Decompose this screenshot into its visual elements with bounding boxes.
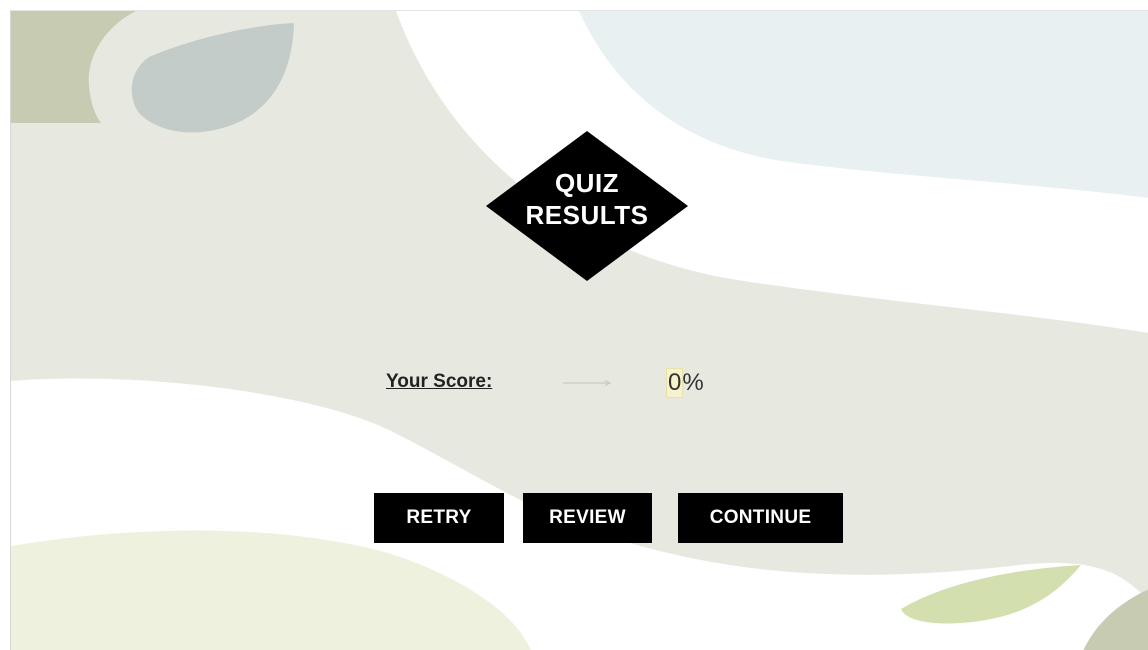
score-unit: % [682, 369, 704, 396]
quiz-results-slide: QUIZ RESULTS Your Score: 0 % RETRY REVIE… [10, 10, 1148, 650]
retry-button[interactable]: RETRY [374, 493, 504, 543]
decorative-background [11, 11, 1148, 650]
badge-title-line-2: RESULTS [525, 200, 649, 230]
continue-button-label: CONTINUE [709, 507, 812, 528]
retry-button-label: RETRY [406, 507, 472, 528]
continue-button[interactable]: CONTINUE [678, 493, 843, 543]
review-button-label: REVIEW [549, 507, 626, 528]
quiz-results-badge: QUIZ RESULTS [486, 131, 688, 281]
badge-title-line-1: QUIZ [554, 168, 620, 198]
score-number: 0 [665, 368, 684, 398]
badge-title: QUIZ RESULTS [486, 167, 688, 231]
review-button[interactable]: REVIEW [523, 493, 652, 543]
score-value: 0 % [665, 368, 704, 398]
arrow-right-icon [563, 380, 612, 386]
score-label: Your Score: [386, 371, 493, 392]
page: QUIZ RESULTS Your Score: 0 % RETRY REVIE… [0, 0, 1148, 650]
